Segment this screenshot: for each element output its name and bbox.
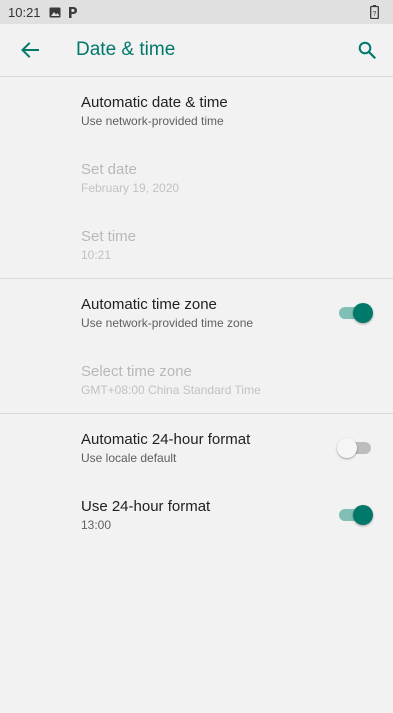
- status-time: 10:21: [8, 4, 41, 20]
- item-summary: Use network-provided time: [81, 113, 224, 128]
- switch-thumb: [353, 504, 373, 525]
- item-title: Use 24-hour format: [81, 497, 211, 515]
- time-zone-section: Automatic time zone Use network-provided…: [0, 279, 393, 414]
- use-24-hour-format-switch[interactable]: [337, 504, 373, 525]
- svg-text:?: ?: [373, 11, 377, 18]
- battery-icon: ?: [370, 5, 379, 19]
- image-icon: [49, 7, 61, 18]
- app-bar: Date & time: [0, 24, 393, 77]
- item-summary: 13:00: [81, 517, 112, 532]
- item-summary: GMT+08:00 China Standard Time: [81, 382, 261, 397]
- arrow-back-icon[interactable]: [18, 38, 42, 62]
- item-title: Set time: [81, 227, 137, 245]
- date-time-section: Automatic date & time Use network-provid…: [0, 77, 393, 279]
- status-bar: 10:21 ?: [0, 0, 393, 24]
- automatic-time-zone-switch[interactable]: [337, 302, 373, 323]
- automatic-time-zone-item[interactable]: Automatic time zone Use network-provided…: [0, 279, 393, 346]
- search-icon[interactable]: [355, 38, 379, 62]
- item-summary: Use network-provided time zone: [81, 315, 254, 330]
- item-summary: 10:21: [81, 247, 112, 262]
- select-time-zone-item: Select time zone GMT+08:00 China Standar…: [0, 346, 393, 413]
- item-title: Select time zone: [81, 362, 192, 380]
- set-date-item: Set date February 19, 2020: [0, 144, 393, 211]
- page-title: Date & time: [76, 39, 176, 60]
- switch-thumb: [353, 302, 373, 323]
- item-title: Set date: [81, 160, 137, 178]
- automatic-24-hour-format-item[interactable]: Automatic 24-hour format Use locale defa…: [0, 414, 393, 481]
- item-title: Automatic time zone: [81, 295, 217, 313]
- automatic-date-time-item[interactable]: Automatic date & time Use network-provid…: [0, 77, 393, 144]
- item-summary: Use locale default: [81, 450, 177, 465]
- automatic-24-hour-format-switch[interactable]: [337, 437, 373, 458]
- item-title: Automatic 24-hour format: [81, 430, 251, 448]
- parking-icon: [67, 6, 78, 19]
- hour-format-section: Automatic 24-hour format Use locale defa…: [0, 414, 393, 548]
- use-24-hour-format-item[interactable]: Use 24-hour format 13:00: [0, 481, 393, 548]
- set-time-item: Set time 10:21: [0, 211, 393, 278]
- screen: 10:21 ? Date & time Automatic date & tim…: [0, 0, 393, 713]
- switch-thumb: [337, 437, 357, 458]
- item-title: Automatic date & time: [81, 93, 228, 111]
- item-summary: February 19, 2020: [81, 180, 180, 195]
